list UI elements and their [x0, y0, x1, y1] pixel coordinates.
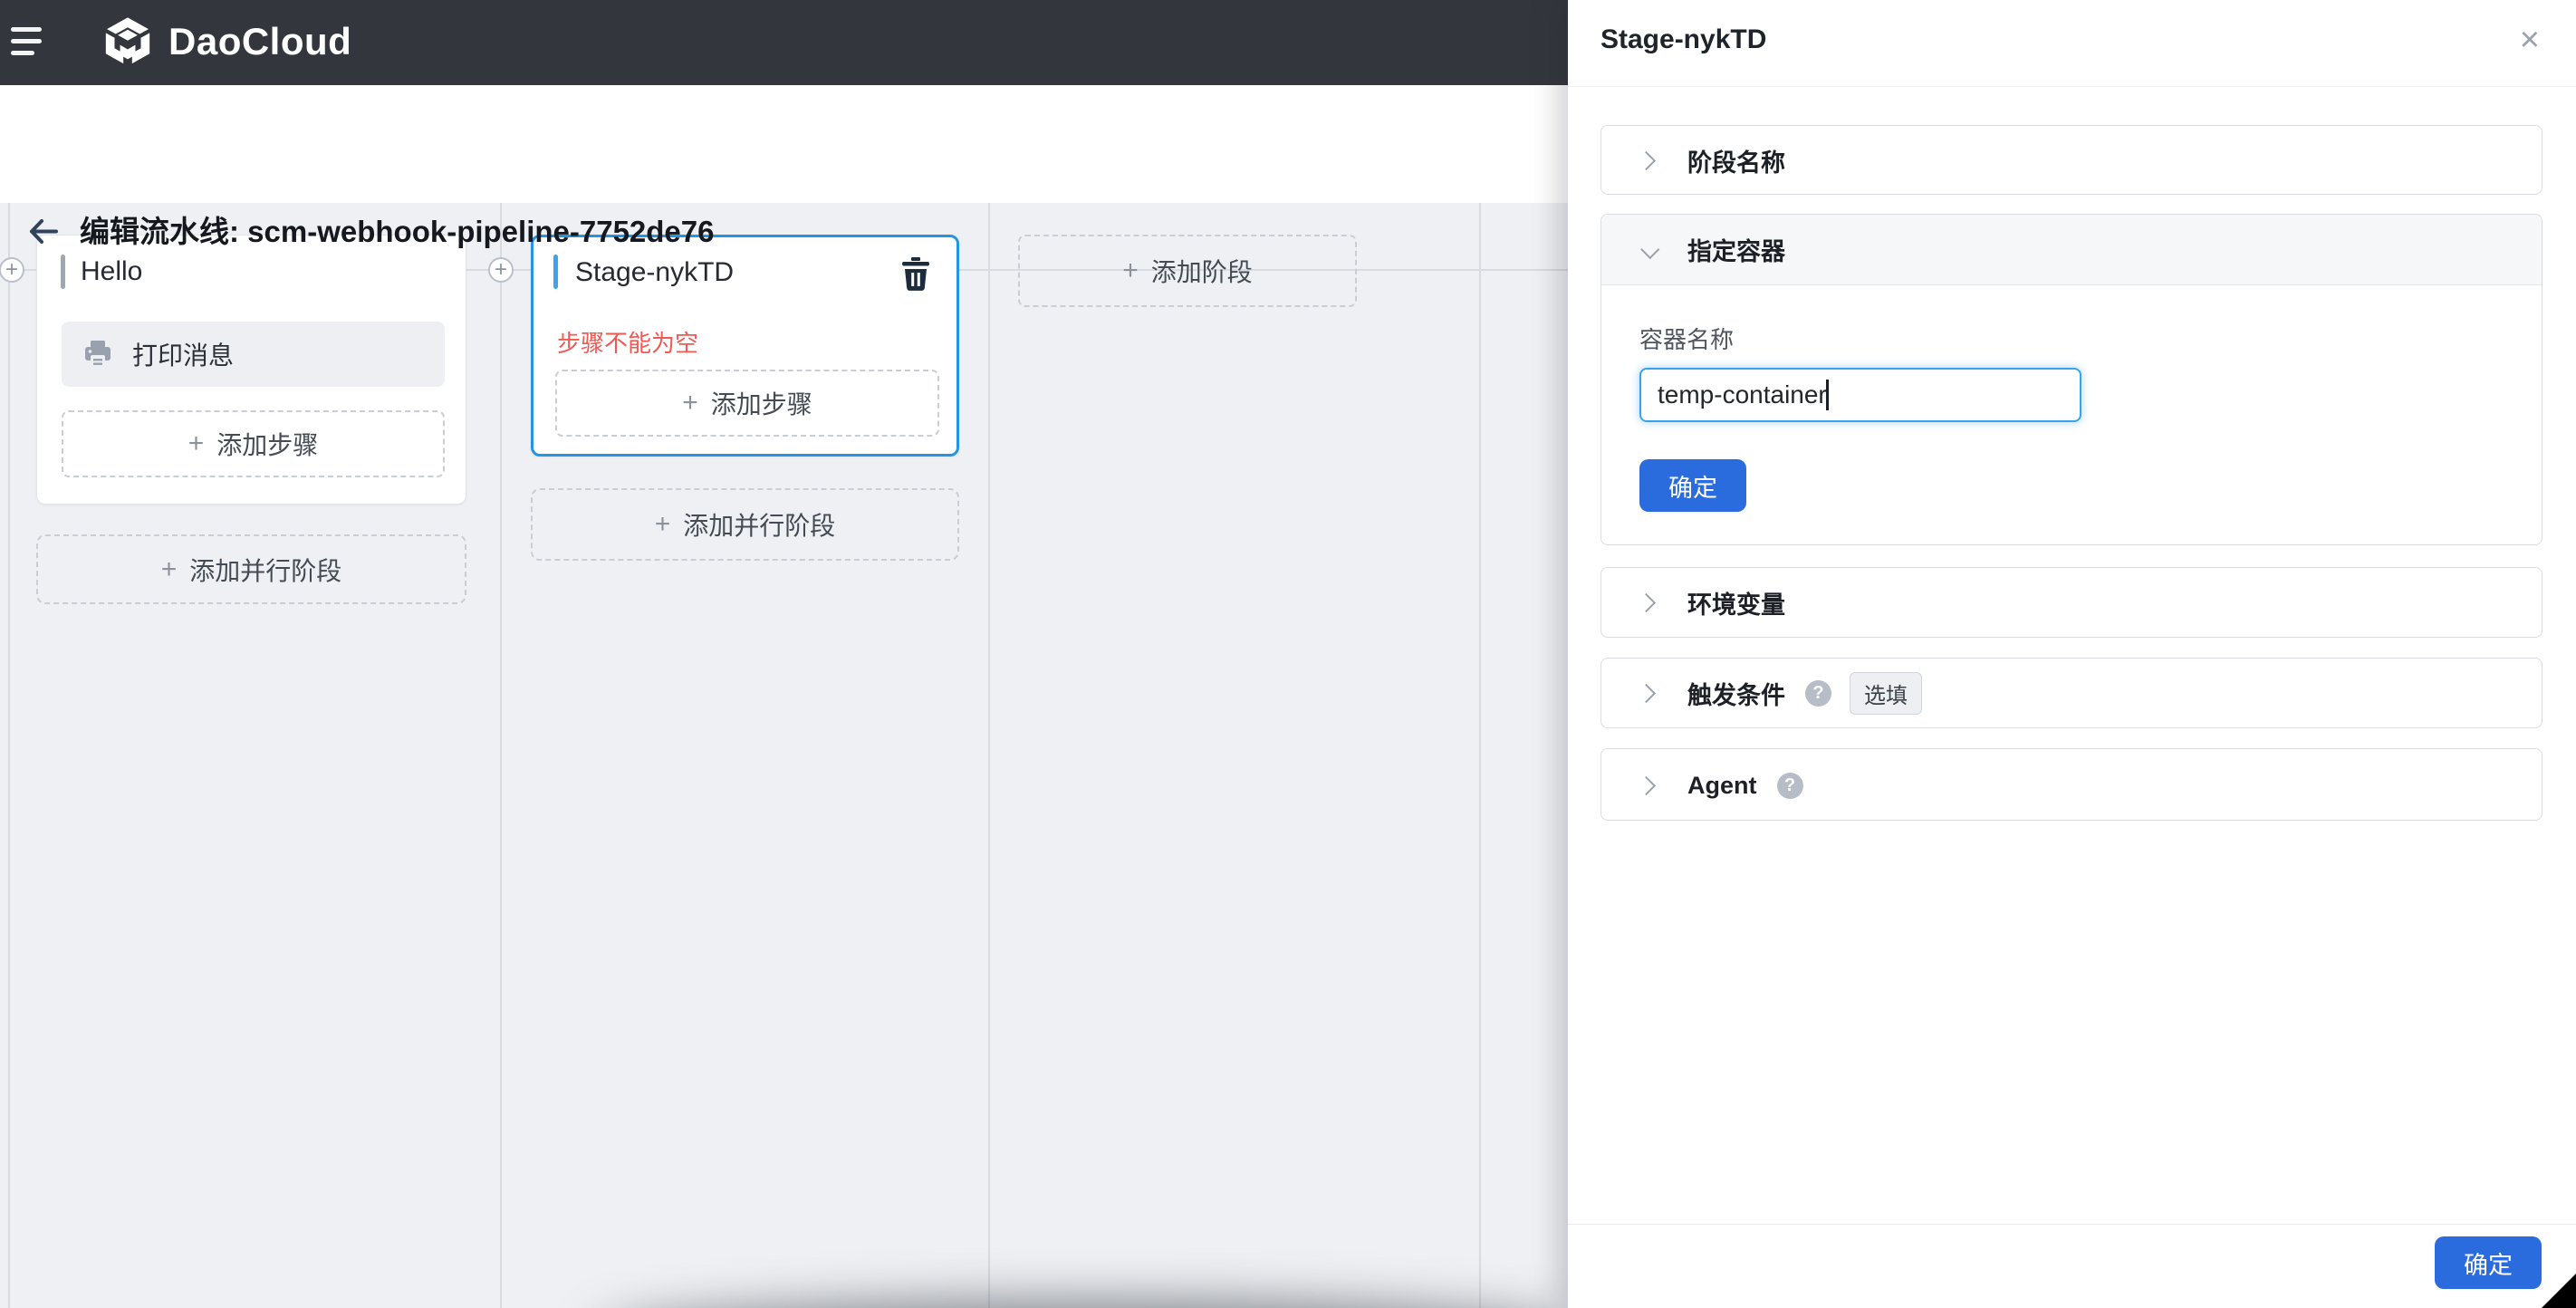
container-name-input-wrap: [1639, 368, 2081, 422]
container-name-label: 容器名称: [1639, 326, 1735, 353]
plus-icon: +: [1122, 255, 1139, 285]
button-label: 确定: [2464, 1251, 2513, 1279]
brand-name: DaoCloud: [168, 20, 352, 63]
add-parallel-label: 添加并行阶段: [189, 556, 342, 585]
stage-color-bar: [61, 255, 65, 289]
add-step-button[interactable]: + 添加步骤: [555, 370, 939, 437]
stage-config-drawer: Stage-nykTD × 阶段名称 指定容器 容器名称 确定: [1568, 0, 2576, 1308]
add-step-label: 添加步骤: [216, 431, 319, 459]
section-label: 环境变量: [1687, 591, 1785, 619]
chevron-right-icon: [1636, 775, 1657, 795]
section-trigger-condition-header[interactable]: 触发条件 ? 选填: [1601, 659, 2542, 727]
section-stage-name-header[interactable]: 阶段名称: [1601, 126, 2542, 195]
help-question-icon[interactable]: ?: [1776, 772, 1803, 799]
insert-stage-node-button[interactable]: +: [488, 257, 514, 283]
column-separator: [8, 203, 10, 1308]
add-parallel-stage-button[interactable]: + 添加并行阶段: [531, 488, 959, 561]
chevron-right-icon: [1636, 592, 1657, 612]
section-label: 指定容器: [1687, 238, 1785, 265]
printer-icon: [85, 341, 111, 368]
drawer-confirm-button[interactable]: 确定: [2435, 1236, 2542, 1289]
plus-icon: +: [187, 428, 205, 458]
chevron-right-icon: [1636, 683, 1657, 703]
section-agent: Agent ?: [1600, 748, 2542, 821]
app-root: + + Hello 打印消息 + 添加步骤 + 添加并行阶段 Stage-nyk…: [0, 0, 2576, 1308]
section-specify-container: 指定容器 容器名称 确定: [1600, 214, 2542, 545]
step-label: 打印消息: [132, 341, 235, 370]
plus-icon: +: [494, 257, 507, 282]
container-name-input[interactable]: [1639, 368, 2081, 422]
stage-name: Stage-nykTD: [575, 257, 735, 287]
bottom-overlay-shadow: [598, 1301, 1594, 1308]
drawer-header: Stage-nykTD ×: [1568, 0, 2576, 87]
page-title: 编辑流水线: scm-webhook-pipeline-7752de76: [80, 215, 715, 248]
add-step-button[interactable]: + 添加步骤: [62, 410, 445, 477]
stage-card-hello[interactable]: Hello 打印消息 + 添加步骤: [36, 235, 466, 505]
chevron-down-icon: [1640, 239, 1660, 260]
drawer-footer: 确定: [1568, 1224, 2576, 1308]
container-confirm-button[interactable]: 确定: [1639, 459, 1746, 512]
drawer-title: Stage-nykTD: [1600, 24, 1767, 54]
optional-badge: 选填: [1850, 671, 1922, 715]
section-env-variables: 环境变量: [1600, 567, 2542, 638]
plus-icon: +: [160, 553, 178, 584]
plus-icon: +: [5, 257, 18, 282]
add-step-label: 添加步骤: [710, 390, 812, 418]
add-stage-button[interactable]: + 添加阶段: [1018, 235, 1357, 307]
text-caret: [1826, 380, 1829, 410]
add-parallel-stage-button[interactable]: + 添加并行阶段: [36, 534, 466, 604]
section-label: 触发条件: [1687, 681, 1785, 709]
button-label: 确定: [1668, 474, 1717, 502]
plus-icon: +: [682, 388, 698, 418]
daocloud-cube-icon: [105, 17, 150, 64]
step-item-print-message[interactable]: 打印消息: [62, 322, 445, 387]
add-parallel-label: 添加并行阶段: [683, 512, 836, 540]
stage-name: Hello: [81, 256, 143, 286]
section-specify-container-header[interactable]: 指定容器: [1601, 215, 2542, 285]
brand-logo[interactable]: DaoCloud: [101, 14, 351, 69]
mouse-cursor: [2542, 1274, 2576, 1308]
close-icon[interactable]: ×: [2520, 20, 2540, 60]
section-label: 阶段名称: [1687, 149, 1785, 177]
hamburger-menu-icon[interactable]: [11, 27, 51, 60]
stage-color-bar: [553, 255, 558, 289]
help-question-icon[interactable]: ?: [1805, 679, 1831, 707]
column-separator: [1479, 203, 1481, 1308]
chevron-right-icon: [1636, 150, 1657, 170]
section-env-variables-header[interactable]: 环境变量: [1601, 568, 2542, 637]
stage-card-stage-nyktd[interactable]: Stage-nykTD 步骤不能为空 + 添加步骤: [531, 235, 959, 457]
add-stage-label: 添加阶段: [1150, 258, 1253, 286]
delete-stage-icon[interactable]: [900, 257, 931, 292]
section-trigger-condition: 触发条件 ? 选填: [1600, 658, 2542, 728]
section-agent-header[interactable]: Agent ?: [1601, 749, 2542, 822]
section-label: Agent: [1687, 771, 1757, 799]
back-arrow-icon[interactable]: [24, 214, 60, 250]
section-stage-name: 阶段名称: [1600, 125, 2542, 195]
insert-stage-node-button[interactable]: +: [0, 257, 24, 283]
column-separator: [500, 203, 502, 1308]
stage-validation-error: 步骤不能为空: [557, 330, 699, 357]
column-separator: [988, 203, 990, 1308]
plus-icon: +: [654, 509, 671, 539]
